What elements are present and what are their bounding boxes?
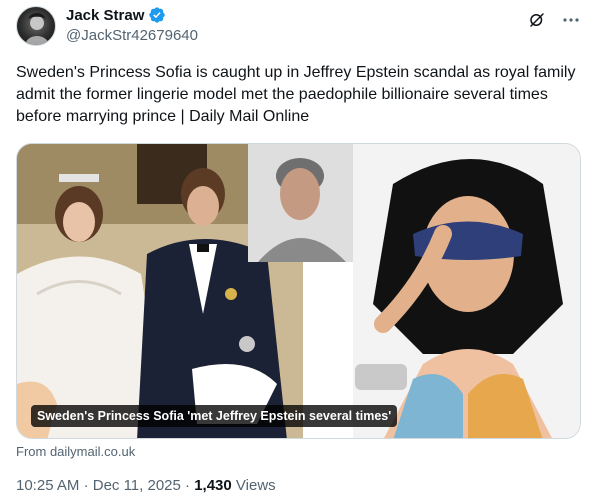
tweet-header: Jack Straw @JackStr42679640: [16, 6, 581, 46]
tweet-time[interactable]: 10:25 AM: [16, 477, 79, 494]
card-caption[interactable]: Sweden's Princess Sofia 'met Jeffrey Eps…: [31, 405, 398, 427]
tweet-date[interactable]: Dec 11, 2025: [93, 477, 181, 494]
meta-separator-2: ·: [185, 477, 191, 494]
card-source[interactable]: From dailymail.co.uk: [16, 444, 135, 459]
model-photo: [353, 144, 580, 438]
avatar[interactable]: [16, 6, 56, 46]
tweet-meta: 10:25 AM · Dec 11, 2025 · 1,430 Views: [16, 477, 276, 494]
avatar-image: [25, 13, 49, 45]
more-icon[interactable]: [561, 10, 581, 30]
views-label: Views: [235, 477, 276, 494]
views-count: 1,430: [194, 477, 232, 494]
grok-icon[interactable]: [527, 10, 547, 30]
handle[interactable]: @JackStr42679640: [66, 27, 198, 44]
display-name[interactable]: Jack Straw: [66, 7, 144, 24]
link-card-image[interactable]: Sweden's Princess Sofia 'met Jeffrey Eps…: [16, 143, 581, 439]
mugshot-photo: [248, 144, 356, 262]
verified-badge-icon: [148, 6, 166, 24]
tweet-text: Sweden's Princess Sofia is caught up in …: [16, 64, 576, 125]
meta-separator: ·: [83, 477, 89, 494]
